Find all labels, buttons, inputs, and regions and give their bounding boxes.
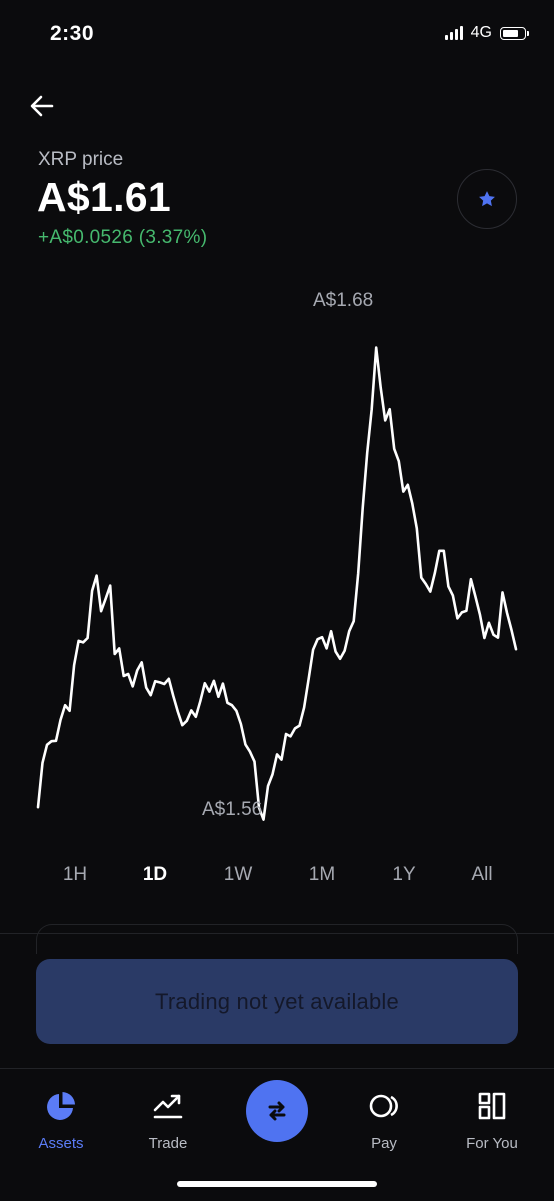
range-1w[interactable]: 1W [224,864,253,886]
tab-assets-label: Assets [38,1135,84,1152]
price-change: +A$0.0526 (3.37%) [38,227,208,248]
favorite-button[interactable] [457,169,517,229]
back-button[interactable] [28,92,56,120]
tab-pay-label: Pay [371,1135,397,1152]
network-type: 4G [470,24,492,41]
divider [0,933,554,934]
price-chart[interactable] [0,280,554,840]
pie-chart-icon [44,1089,78,1123]
time-range-selector: 1H 1D 1W 1M 1Y All [0,864,554,890]
tab-trade-label: Trade [148,1135,188,1152]
status-indicators: 4G [444,24,529,42]
info-card-edge [36,924,518,954]
tab-assets[interactable]: Assets [11,1089,111,1152]
trading-unavailable-button[interactable]: Trading not yet available [36,959,518,1044]
coin-label: XRP price [38,149,124,170]
range-1m[interactable]: 1M [309,864,335,886]
star-icon [479,191,495,207]
tab-trade[interactable]: Trade [118,1089,218,1152]
home-indicator [177,1181,377,1187]
dashboard-icon [475,1089,509,1123]
range-1d[interactable]: 1D [143,864,167,886]
tab-for-you[interactable]: For You [442,1089,542,1152]
tab-pay[interactable]: Pay [334,1089,434,1152]
current-price: A$1.61 [37,174,172,220]
swap-arrows-icon [268,1101,286,1121]
range-1h[interactable]: 1H [63,864,87,886]
range-all[interactable]: All [471,864,492,886]
pay-icon [367,1089,401,1123]
trend-up-icon [151,1089,185,1123]
arrow-left-icon [30,95,54,117]
status-time: 2:30 [50,22,95,45]
swap-button[interactable] [246,1080,308,1142]
chart-low-label: A$1.56 [202,799,263,820]
signal-icon [444,26,463,40]
tab-for-you-label: For You [466,1135,518,1152]
price-line [36,346,518,821]
battery-icon [500,26,529,40]
range-1y[interactable]: 1Y [392,864,415,886]
